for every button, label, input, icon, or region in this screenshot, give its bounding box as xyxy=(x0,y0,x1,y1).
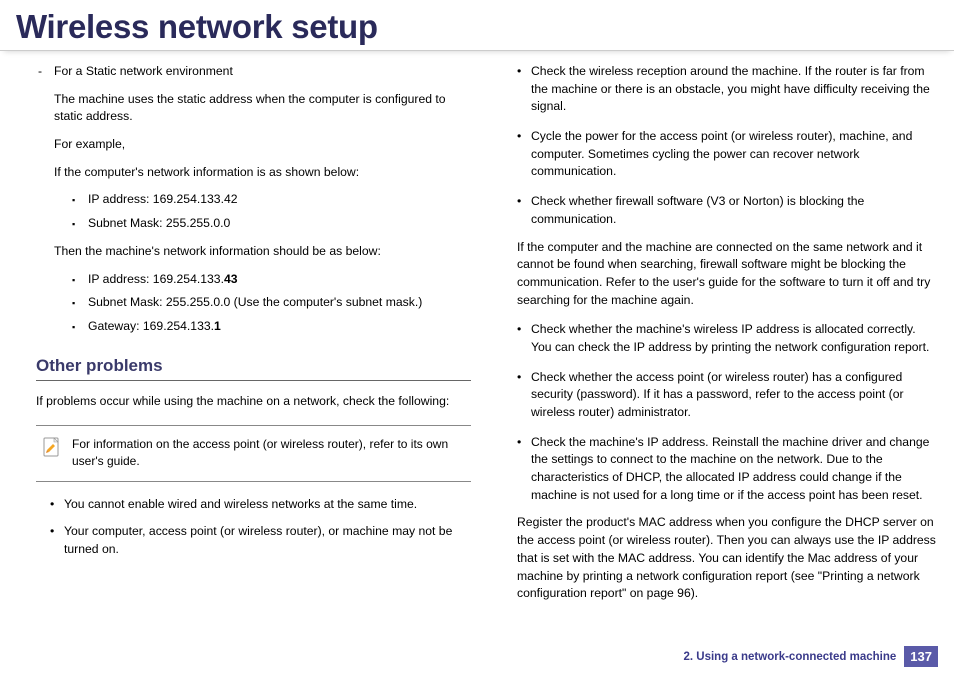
list-item: Check whether the machine's wireless IP … xyxy=(517,321,938,356)
note-text: For information on the access point (or … xyxy=(72,437,448,468)
list-item: You cannot enable wired and wireless net… xyxy=(50,496,471,514)
right-column: Check the wireless reception around the … xyxy=(503,63,938,615)
for-example: For example, xyxy=(36,136,471,154)
list-item: Subnet Mask: 255.255.0.0 xyxy=(72,215,471,233)
list-item: Your computer, access point (or wireless… xyxy=(50,523,471,558)
page-header: Wireless network setup xyxy=(0,0,954,51)
text: IP address: 169.254.133. xyxy=(88,272,224,286)
list-item: IP address: 169.254.133.42 xyxy=(72,191,471,209)
list-item: Check the wireless reception around the … xyxy=(517,63,938,116)
static-env-line: For a Static network environment xyxy=(36,63,471,81)
list-item: Check the machine's IP address. Reinstal… xyxy=(517,434,938,505)
note-icon xyxy=(42,436,62,458)
section-intro: If problems occur while using the machin… xyxy=(36,393,471,411)
bold-text: 1 xyxy=(214,319,221,333)
list-item: Check whether firewall software (V3 or N… xyxy=(517,193,938,228)
note-box: For information on the access point (or … xyxy=(36,425,471,482)
left-column: For a Static network environment The mac… xyxy=(16,63,471,615)
page-content: For a Static network environment The mac… xyxy=(0,59,954,615)
text: Gateway: 169.254.133. xyxy=(88,319,214,333)
chapter-label: 2. Using a network-connected machine xyxy=(683,651,896,663)
list-item: Cycle the power for the access point (or… xyxy=(517,128,938,181)
left-bullets: You cannot enable wired and wireless net… xyxy=(36,496,471,559)
mac-followup: Register the product's MAC address when … xyxy=(503,514,938,602)
machine-info-heading: Then the machine's network information s… xyxy=(36,243,471,261)
page-footer: 2. Using a network-connected machine 137 xyxy=(683,646,938,667)
machine-network-list: IP address: 169.254.133.43 Subnet Mask: … xyxy=(36,271,471,336)
computer-network-list: IP address: 169.254.133.42 Subnet Mask: … xyxy=(36,191,471,232)
computer-info-heading: If the computer's network information is… xyxy=(36,164,471,182)
right-bullets-2: Check whether the machine's wireless IP … xyxy=(503,321,938,504)
page-number-badge: 137 xyxy=(904,646,938,667)
bold-text: 43 xyxy=(224,272,238,286)
firewall-followup: If the computer and the machine are conn… xyxy=(503,239,938,310)
list-item: Check whether the access point (or wirel… xyxy=(517,369,938,422)
list-item: Subnet Mask: 255.255.0.0 (Use the comput… xyxy=(72,294,471,312)
text: Subnet Mask: 255.255.0.0 (Use the comput… xyxy=(88,295,422,309)
list-item: Gateway: 169.254.133.1 xyxy=(72,318,471,336)
right-bullets-1: Check the wireless reception around the … xyxy=(503,63,938,229)
page-title: Wireless network setup xyxy=(16,8,938,46)
list-item: IP address: 169.254.133.43 xyxy=(72,271,471,289)
section-other-problems: Other problems xyxy=(36,354,471,382)
static-desc: The machine uses the static address when… xyxy=(36,91,471,126)
